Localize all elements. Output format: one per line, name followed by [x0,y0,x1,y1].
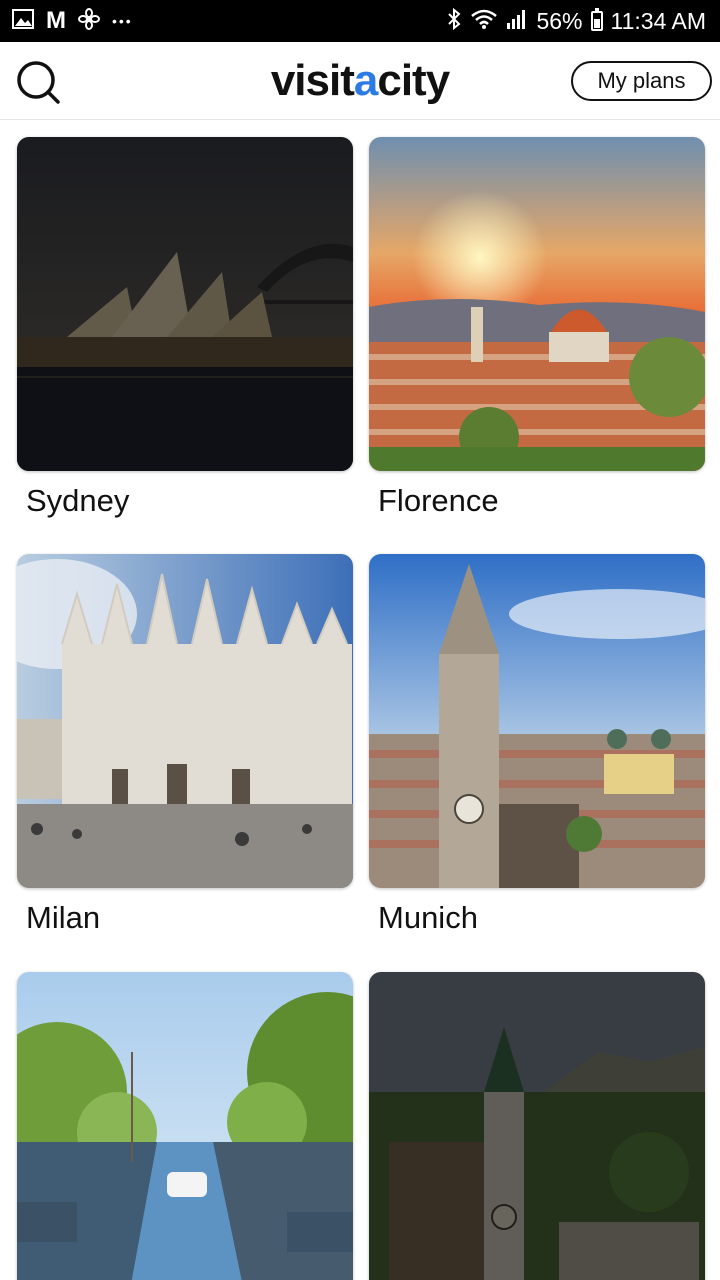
my-plans-button[interactable]: My plans [571,61,712,101]
city-photo-5[interactable] [17,972,353,1280]
app-header: visitacity My plans [0,42,720,120]
city-grid: Sydney Florence Milan Munich [0,120,720,1280]
city-card-florence[interactable]: Florence [369,137,705,518]
city-photo-overlay [369,972,705,1280]
city-photo-florence[interactable] [369,137,705,471]
city-card-5[interactable] [17,972,353,1280]
gmail-icon: M [46,7,66,34]
status-bar: M ••• 56% 11:34 AM [0,0,720,42]
more-dots-icon: ••• [112,13,133,29]
bluetooth-icon [446,7,462,36]
city-photo-6[interactable] [369,972,705,1280]
city-card-milan[interactable]: Milan [17,554,353,935]
image-icon [12,8,34,35]
city-card-6[interactable] [369,972,705,1280]
logo-text-accent: a [353,56,379,105]
city-name: Milan [26,900,101,935]
city-card-munich[interactable]: Munich [369,554,705,935]
battery-fill [593,19,600,28]
signal-icon [506,8,528,35]
city-name: Florence [378,483,499,518]
status-bar-right: 56% 11:34 AM [446,6,706,36]
city-photo-overlay [17,137,353,471]
status-time: 11:34 AM [610,8,706,34]
city-photo-sydney[interactable] [17,137,353,471]
logo-text-city: city [377,56,450,105]
city-name: Munich [378,900,478,935]
city-photo-munich[interactable] [369,554,705,888]
city-card-sydney[interactable]: Sydney [17,137,353,518]
status-bar-left: M ••• [12,6,133,36]
logo-text-visit: visit [270,56,355,105]
battery-icon [590,8,603,31]
fan-icon [78,7,100,35]
city-name: Sydney [26,483,130,518]
wifi-icon [470,8,498,35]
city-photo-milan[interactable] [17,554,353,888]
battery-percent: 56% [536,8,583,34]
